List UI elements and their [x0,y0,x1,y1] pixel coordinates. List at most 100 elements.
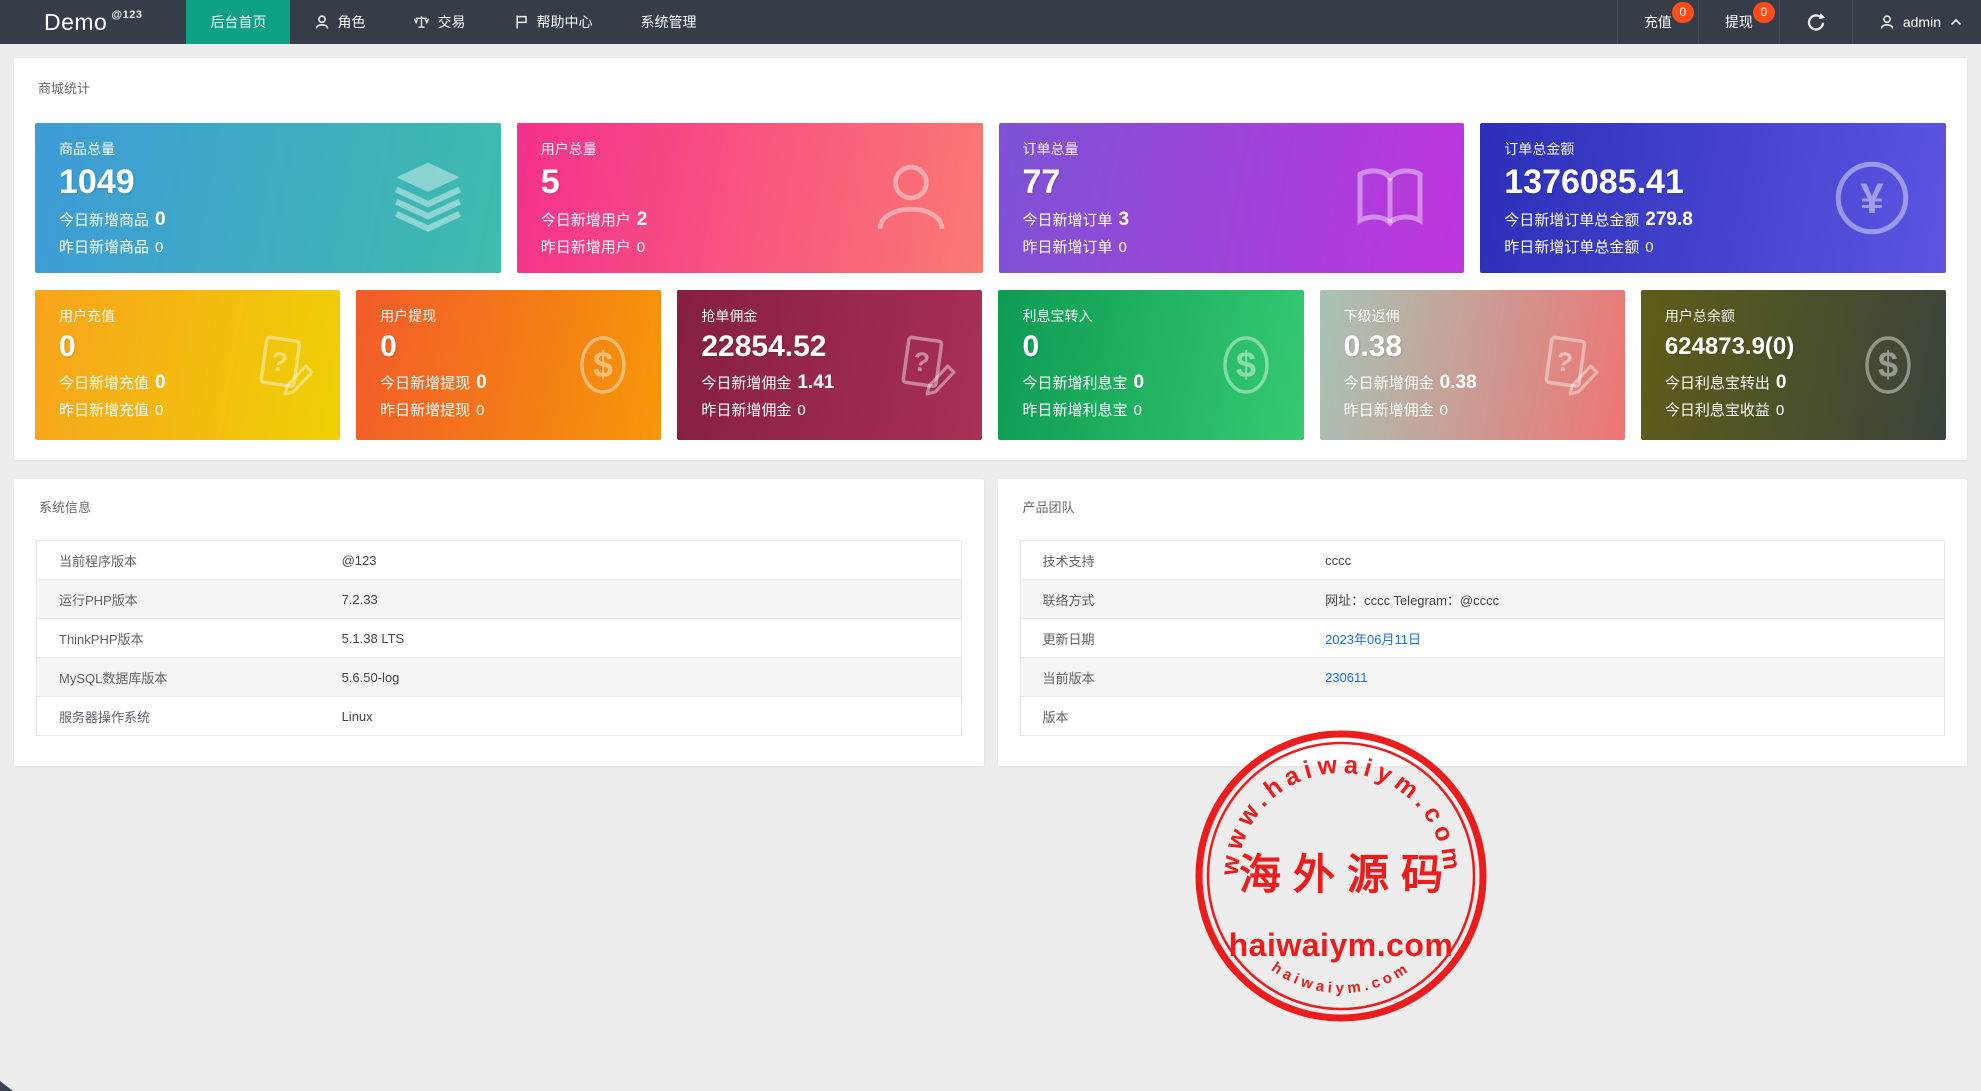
card-line-value: 0 [1118,239,1127,256]
menu-item-help-center[interactable]: 帮助中心 [489,0,616,44]
stat-card-user-balance: 用户总余额 624873.9(0) 今日利息宝转出 0 今日利息宝收益 0 $ [1640,290,1946,440]
stats-row-1: 商品总量 1049 今日新增商品 0 昨日新增商品 0 用户总量 5 今日新增用户 2… [35,123,1946,273]
card-line-label: 今日利息宝转出 [1664,375,1770,392]
section-title: 商城统计 [38,81,91,96]
card-line-value: 2 [636,209,648,230]
top-navbar: Demo @123 后台首页 角色 交易 帮助中心 系统管理 充值 0 提现 0… [0,0,1981,44]
card-line-label: 今日新增商品 [59,212,150,229]
refresh-button[interactable] [1778,0,1852,44]
svg-text:?: ? [1554,346,1574,378]
navbar-actions: 充值 0 提现 0 admin [1616,0,1981,44]
menu-item-roles[interactable]: 角色 [290,0,389,44]
chevron-up-icon [1950,18,1962,26]
card-line-value: 0.38 [1439,372,1477,393]
card-title: 利息宝转入 [1022,308,1093,324]
card-line-label: 今日新增佣金 [701,375,792,392]
menu-item-trade[interactable]: 交易 [389,0,489,44]
svg-text:$: $ [1236,344,1256,385]
card-title: 用户充值 [59,308,115,324]
table-row: 服务器操作系统 Linux [36,696,961,736]
row-value: 网址：cccc Telegram：@cccc [1325,579,1945,619]
menu-item-label: 后台首页 [210,14,267,30]
row-label: 更新日期 [1020,618,1326,658]
flag-icon [516,15,528,29]
stamp-arc-bottom-text: haiwaiym.com [1268,959,1409,997]
table-row: 技术支持 cccc [1020,541,1945,580]
row-label: 服务器操作系统 [36,696,342,736]
refresh-icon [1807,13,1826,31]
username: admin [1902,14,1941,30]
menu-item-home[interactable]: 后台首页 [186,0,291,44]
stat-card-user-recharge: 用户充值 0 今日新增充值 0 昨日新增充值 0 ? [35,290,341,440]
card-line-label: 今日新增利息宝 [1022,375,1128,392]
row-label: 技术支持 [1042,553,1095,569]
card-line-value: 3 [1118,209,1130,230]
card-title: 商品总量 [59,141,115,157]
user-menu[interactable]: admin [1851,0,1981,44]
panel-title: 产品团队 [1022,500,1075,515]
row-value: 5.1.38 LTS [341,618,961,658]
card-line-label: 今日新增提现 [380,375,471,392]
card-line-value: 0 [1775,402,1785,419]
panel-title: 系统信息 [39,500,92,515]
withdraw-button[interactable]: 提现 0 [1697,0,1779,44]
card-line-label: 昨日新增商品 [59,239,150,256]
layers-icon [394,162,461,232]
doc-question-icon: ? [259,335,314,396]
card-line-value: 0 [1775,372,1787,393]
menu-item-label: 交易 [437,14,466,30]
menu-item-system-settings[interactable]: 系统管理 [616,0,720,44]
recharge-button[interactable]: 充值 0 [1616,0,1698,44]
card-line-label: 昨日新增利息宝 [1022,402,1128,419]
person-icon [316,15,329,29]
card-title: 抢单佣金 [701,308,758,324]
book-icon [1357,168,1423,227]
update-date-link[interactable]: 2023年06月11日 [1325,618,1945,658]
stamp-main-text: haiwaiym.com [1229,927,1454,963]
card-line-label: 昨日新增用户 [540,239,631,256]
brand-version: @123 [111,9,143,21]
row-label: 联络方式 [1020,579,1326,619]
card-line-value: 0 [1133,372,1145,393]
card-line-label: 今日新增佣金 [1343,375,1434,392]
withdraw-label: 提现 [1724,14,1753,30]
mall-stats-panel: 商城统计 商品总量 1049 今日新增商品 0 昨日新增商品 0 用户总量 5 今日… [14,58,1967,460]
menu-item-label: 帮助中心 [536,14,593,30]
svg-text:$: $ [593,344,613,385]
card-title: 下级返佣 [1343,308,1400,324]
table-row: 更新日期 2023年06月11日 [1020,618,1945,658]
card-title: 用户总余额 [1664,308,1735,324]
stat-card-order-commission: 抢单佣金 22854.52 今日新增佣金 1.41 昨日新增佣金 0 ? [677,290,983,440]
stats-row-2: 用户充值 0 今日新增充值 0 昨日新增充值 0 ? 用户提现 0 今日新增提现 0 … [35,290,1946,440]
row-label: 当前程序版本 [59,553,138,569]
card-line-value: 0 [797,402,806,419]
brand-text: Demo [44,8,108,35]
stat-card-sub-rebate: 下级返佣 0.38 今日新增佣金 0.38 昨日新增佣金 0 ? [1319,290,1625,440]
svg-text:haiwaiym.com: haiwaiym.com [1268,959,1413,997]
card-title: 订单总金额 [1504,141,1575,157]
card-line-label: 昨日新增充值 [59,402,150,419]
card-line-value: 0 [155,239,164,256]
scales-icon [414,16,430,28]
card-line-label: 昨日新增佣金 [1343,402,1434,419]
row-value: @123 [341,552,377,568]
stat-card-users-total: 用户总量 5 今日新增用户 2 昨日新增用户 0 [516,123,983,273]
stat-card-order-amount: 订单总金额 1376085.41 今日新增订单总金额 279.8 昨日新增订单总金… [1480,123,1946,273]
row-label: MySQL数据库版本 [36,657,342,697]
dollar-icon: $ [580,336,627,394]
bottom-panels: 系统信息 当前程序版本 @123 运行PHP版本 7.2.33 ThinkPHP版本… [14,479,1967,766]
dollar-icon: $ [1865,336,1911,394]
brand-logo[interactable]: Demo @123 [0,0,152,44]
person-icon [1880,15,1894,29]
dollar-icon: $ [1222,336,1269,394]
main-menu: 后台首页 角色 交易 帮助中心 系统管理 [186,0,720,44]
row-label: 当前版本 [1020,657,1326,697]
stamp-center-text: 海外源码 [1239,852,1455,899]
row-value [1325,696,1945,736]
card-title: 用户提现 [380,308,437,324]
current-version-link[interactable]: 230611 [1325,657,1945,697]
stat-card-orders-total: 订单总量 77 今日新增订单 3 昨日新增订单 0 [998,123,1465,273]
row-label: 运行PHP版本 [36,579,342,619]
recharge-badge: 0 [1671,2,1694,23]
table-row: MySQL数据库版本 5.6.50-log [36,657,961,697]
